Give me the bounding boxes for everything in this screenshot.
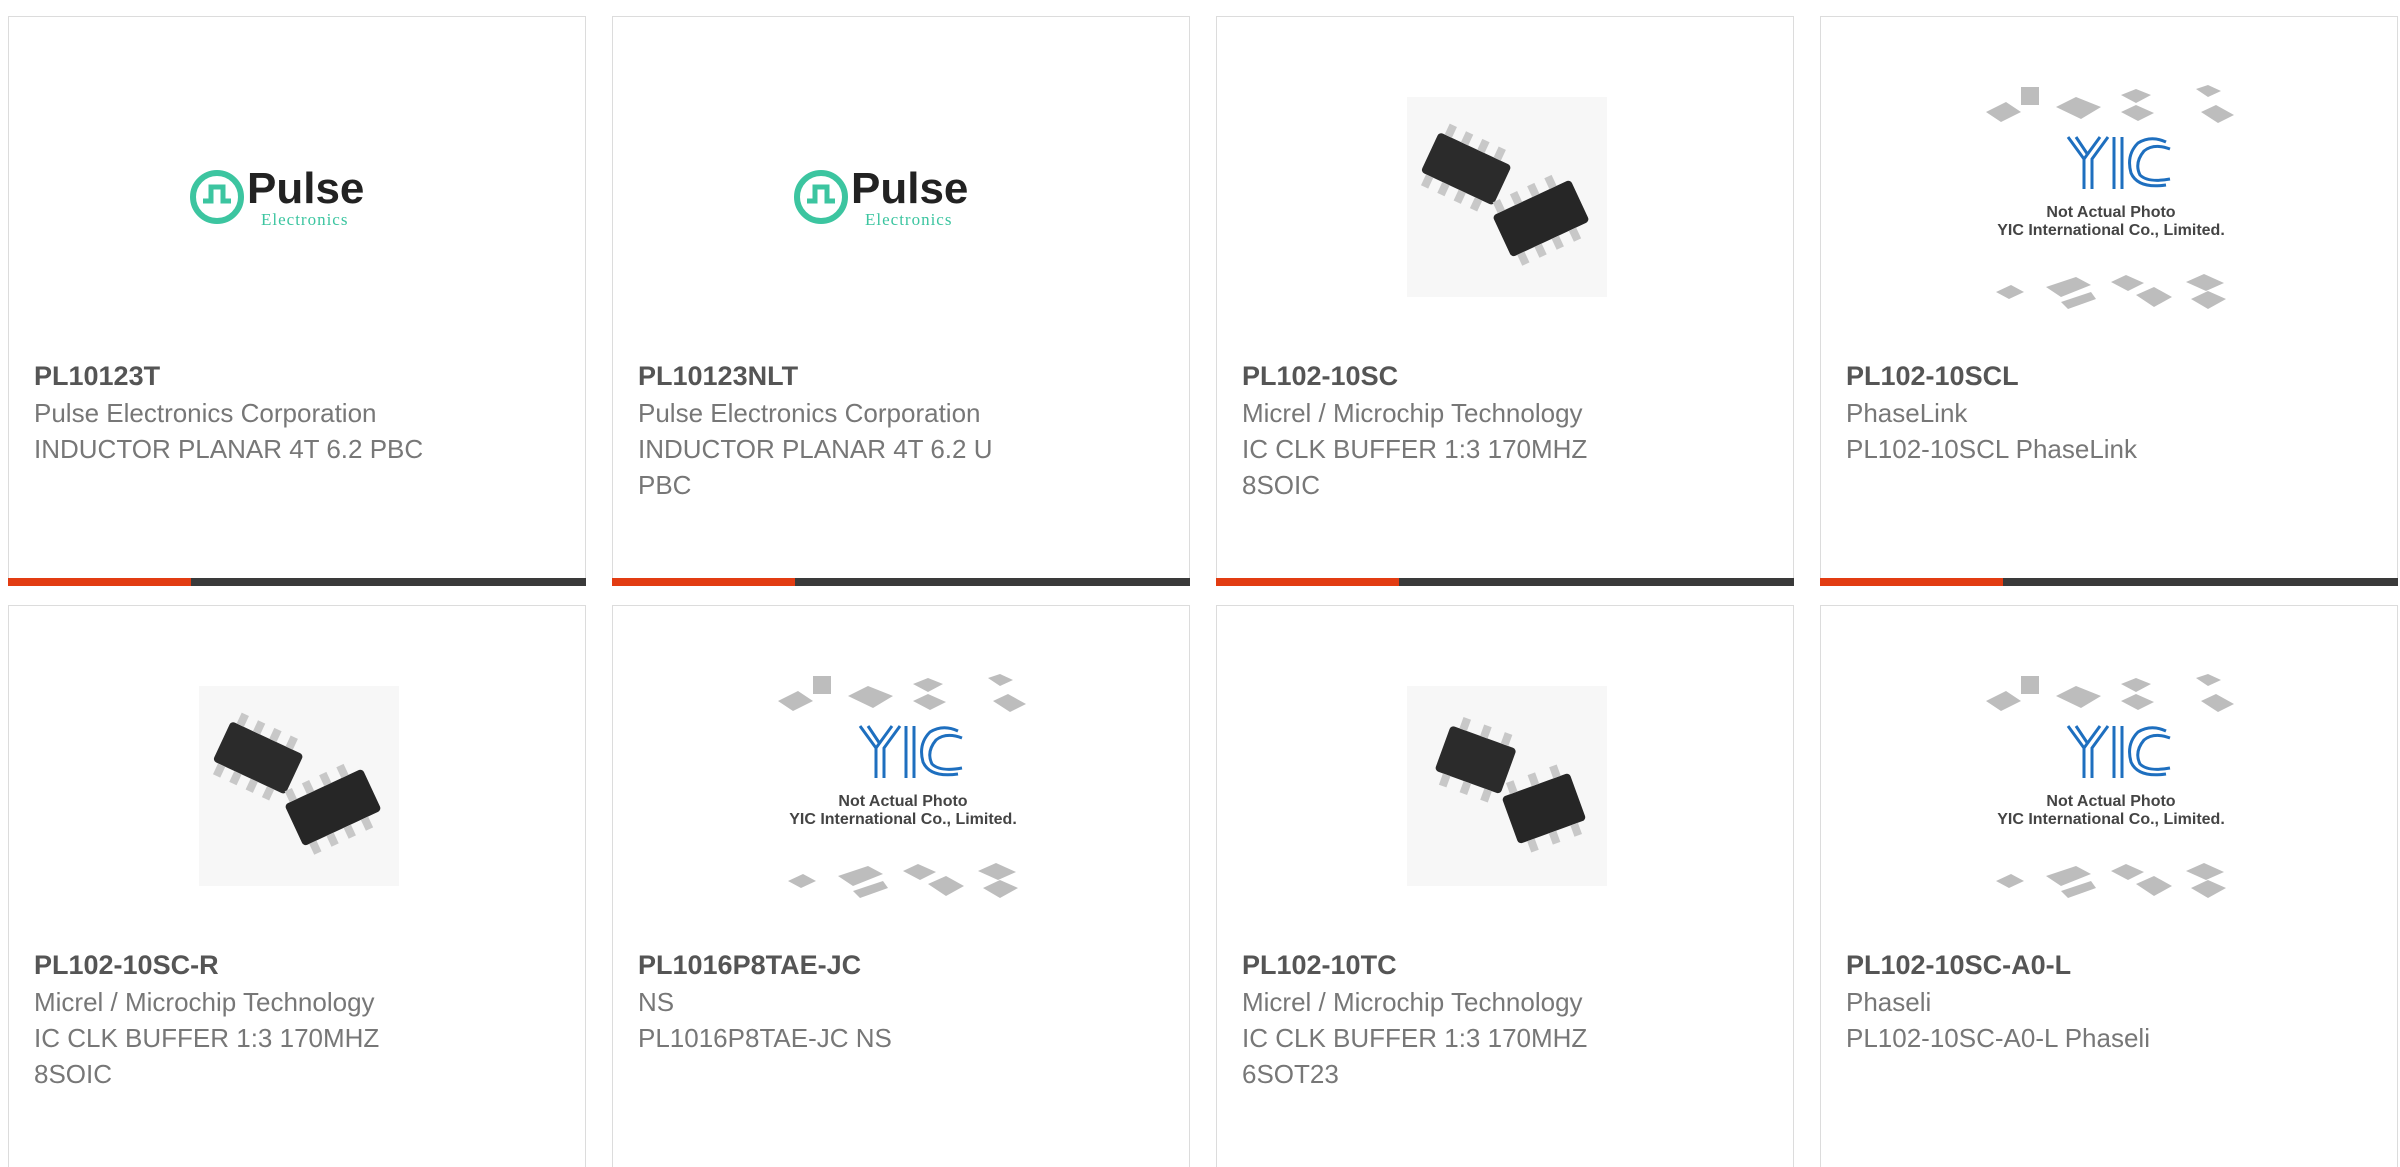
- product-card[interactable]: PL102-10SC Micrel / Microchip Technology…: [1216, 16, 1794, 586]
- description: PL1016P8TAE-JC NS: [638, 1023, 892, 1053]
- description: INDUCTOR PLANAR 4T 6.2 U PBC: [638, 434, 993, 500]
- manufacturer: Micrel / Microchip Technology: [34, 987, 375, 1017]
- soic8-chip-icon: [1407, 97, 1607, 297]
- svg-text:Not Actual Photo: Not Actual Photo: [2046, 793, 2175, 810]
- product-image[interactable]: Pulse Electronics: [793, 77, 1013, 317]
- card-bar: [8, 578, 586, 586]
- product-image[interactable]: Not Actual Photo YIC International Co., …: [1976, 77, 2246, 317]
- part-number[interactable]: PL10123T: [34, 357, 565, 395]
- manufacturer: PhaseLink: [1846, 398, 1968, 428]
- yic-placeholder-icon: Not Actual Photo YIC International Co., …: [1986, 85, 2234, 309]
- manufacturer: NS: [638, 987, 675, 1017]
- part-number[interactable]: PL10123NLT: [638, 357, 1169, 395]
- card-bar: [1216, 578, 1794, 586]
- manufacturer: Pulse Electronics Corporation: [34, 398, 377, 428]
- product-image[interactable]: [1397, 77, 1617, 317]
- part-number[interactable]: PL1016P8TAE-JC: [638, 946, 1169, 984]
- svg-text:Not Actual Photo: Not Actual Photo: [838, 793, 967, 810]
- manufacturer: Micrel / Microchip Technology: [1242, 398, 1583, 428]
- product-card[interactable]: Not Actual Photo YIC International Co., …: [1820, 605, 2398, 1167]
- soic8-chip-icon: [199, 686, 399, 886]
- product-card[interactable]: Pulse Electronics PL10123NLT Pulse Elect…: [612, 16, 1190, 586]
- part-number[interactable]: PL102-10SC-A0-L: [1846, 946, 2377, 984]
- product-card[interactable]: PL102-10SC-R Micrel / Microchip Technolo…: [8, 605, 586, 1167]
- manufacturer: Phaseli: [1846, 987, 1932, 1017]
- manufacturer: Pulse Electronics Corporation: [638, 398, 981, 428]
- svg-text:Electronics: Electronics: [261, 210, 348, 229]
- description: PL102-10SC-A0-L Phaseli: [1846, 1023, 2150, 1053]
- description: IC CLK BUFFER 1:3 170MHZ 8SOIC: [1242, 434, 1588, 500]
- product-image[interactable]: Not Actual Photo YIC International Co., …: [768, 666, 1038, 906]
- svg-text:Electronics: Electronics: [865, 210, 952, 229]
- description: IC CLK BUFFER 1:3 170MHZ 6SOT23: [1242, 1023, 1588, 1089]
- description: PL102-10SCL PhaseLink: [1846, 434, 2138, 464]
- svg-text:Pulse: Pulse: [247, 164, 364, 213]
- pulse-logo-icon: Pulse Electronics: [794, 164, 968, 229]
- product-card[interactable]: Not Actual Photo YIC International Co., …: [612, 605, 1190, 1167]
- part-number[interactable]: PL102-10SC: [1242, 357, 1773, 395]
- part-number[interactable]: PL102-10SCL: [1846, 357, 2377, 395]
- part-number[interactable]: PL102-10SC-R: [34, 946, 565, 984]
- manufacturer: Micrel / Microchip Technology: [1242, 987, 1583, 1017]
- product-card[interactable]: Not Actual Photo YIC International Co., …: [1820, 16, 2398, 586]
- svg-text:YIC International Co., Limited: YIC International Co., Limited.: [1997, 811, 2225, 828]
- sot23-chip-icon: [1407, 686, 1607, 886]
- product-card[interactable]: PL102-10TC Micrel / Microchip Technology…: [1216, 605, 1794, 1167]
- product-image[interactable]: [1397, 666, 1617, 906]
- product-image[interactable]: [189, 666, 409, 906]
- description: INDUCTOR PLANAR 4T 6.2 PBC: [34, 434, 424, 464]
- description: IC CLK BUFFER 1:3 170MHZ 8SOIC: [34, 1023, 380, 1089]
- yic-placeholder-icon: Not Actual Photo YIC International Co., …: [1986, 674, 2234, 898]
- pulse-logo-icon: Pulse Electronics: [190, 164, 364, 229]
- yic-placeholder-icon: Not Actual Photo YIC International Co., …: [778, 674, 1026, 898]
- product-card[interactable]: Pulse Electronics PL10123T Pulse Electro…: [8, 16, 586, 586]
- product-image[interactable]: Pulse Electronics: [189, 77, 409, 317]
- product-image[interactable]: Not Actual Photo YIC International Co., …: [1976, 666, 2246, 906]
- svg-text:YIC International Co., Limited: YIC International Co., Limited.: [1997, 222, 2225, 239]
- card-bar: [612, 578, 1190, 586]
- svg-text:Pulse: Pulse: [851, 164, 968, 213]
- svg-text:YIC International Co., Limited: YIC International Co., Limited.: [789, 811, 1017, 828]
- part-number[interactable]: PL102-10TC: [1242, 946, 1773, 984]
- svg-text:Not Actual Photo: Not Actual Photo: [2046, 204, 2175, 221]
- card-bar: [1820, 578, 2398, 586]
